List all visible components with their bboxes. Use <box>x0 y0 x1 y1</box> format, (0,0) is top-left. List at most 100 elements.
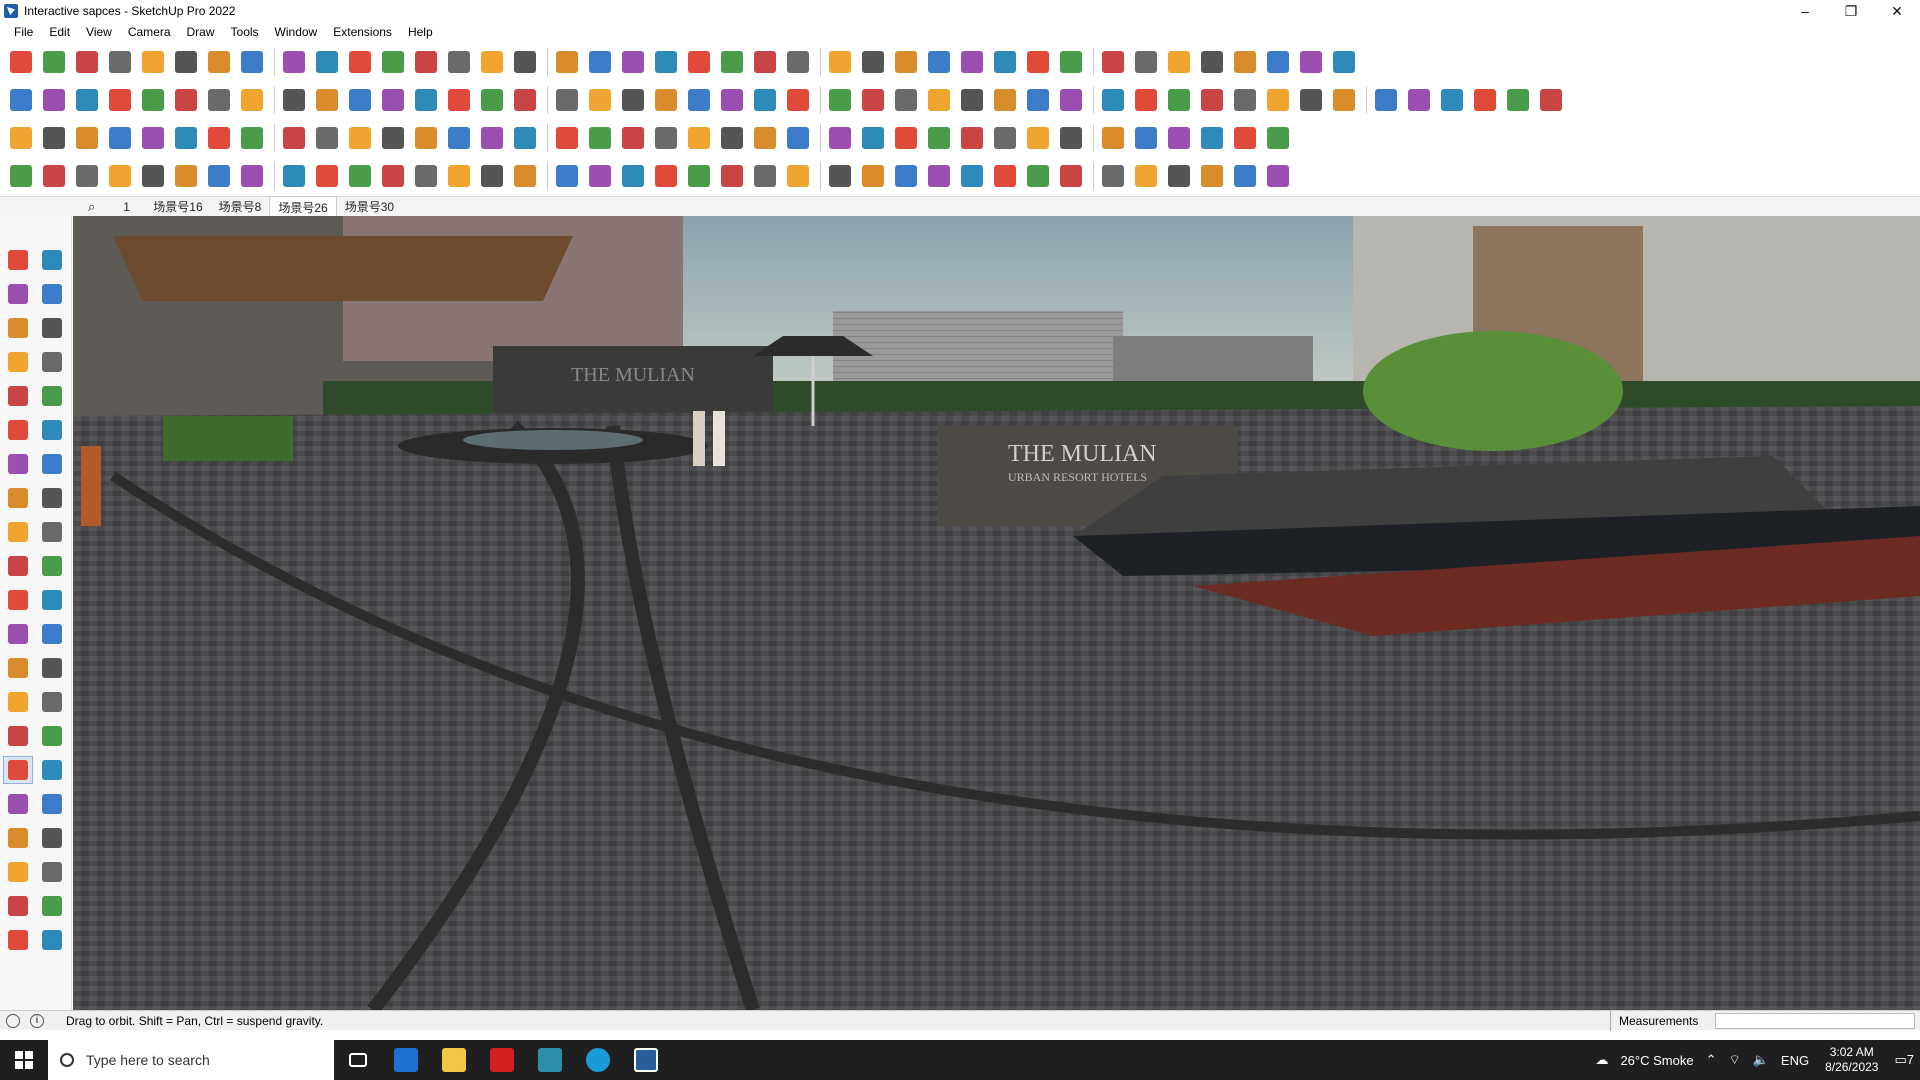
toolbar-tool-icon[interactable] <box>171 160 201 192</box>
toolbar-tool-icon[interactable] <box>585 84 615 116</box>
toolbar-tool-icon[interactable] <box>411 46 441 78</box>
toolbar-tool-icon[interactable] <box>279 46 309 78</box>
toolbar-tool-icon[interactable] <box>651 160 681 192</box>
palette-tool-icon[interactable] <box>37 926 67 954</box>
menu-help[interactable]: Help <box>400 25 441 39</box>
toolbar-tool-icon[interactable] <box>825 46 855 78</box>
acrobat-icon[interactable] <box>478 1040 526 1080</box>
notification-icon[interactable]: ▭7 <box>1894 1052 1914 1068</box>
toolbar-tool-icon[interactable] <box>618 84 648 116</box>
toolbar-tool-icon[interactable] <box>279 160 309 192</box>
toolbar-tool-icon[interactable] <box>1470 84 1500 116</box>
toolbar-tool-icon[interactable] <box>858 122 888 154</box>
palette-tool-icon[interactable] <box>37 858 67 886</box>
toolbar-tool-icon[interactable] <box>345 160 375 192</box>
toolbar-tool-icon[interactable] <box>1329 46 1359 78</box>
toolbar-tool-icon[interactable] <box>510 84 540 116</box>
toolbar-tool-icon[interactable] <box>783 122 813 154</box>
toolbar-tool-icon[interactable] <box>312 122 342 154</box>
toolbar-tool-icon[interactable] <box>444 160 474 192</box>
toolbar-tool-icon[interactable] <box>585 46 615 78</box>
scene-tab-16[interactable]: 场景号16 <box>145 196 210 217</box>
toolbar-tool-icon[interactable] <box>651 84 681 116</box>
toolbar-tool-icon[interactable] <box>279 122 309 154</box>
toolbar-tool-icon[interactable] <box>411 160 441 192</box>
taskbar-search-box[interactable]: Type here to search <box>48 1040 334 1080</box>
toolbar-tool-icon[interactable] <box>1230 84 1260 116</box>
toolbar-tool-icon[interactable] <box>684 46 714 78</box>
toolbar-tool-icon[interactable] <box>378 84 408 116</box>
palette-tool-icon[interactable] <box>3 858 33 886</box>
toolbar-tool-icon[interactable] <box>477 84 507 116</box>
toolbar-tool-icon[interactable] <box>990 84 1020 116</box>
menu-view[interactable]: View <box>78 25 120 39</box>
toolbar-tool-icon[interactable] <box>237 46 267 78</box>
toolbar-tool-icon[interactable] <box>957 122 987 154</box>
toolbar-tool-icon[interactable] <box>204 122 234 154</box>
palette-tool-icon[interactable] <box>37 518 67 546</box>
palette-tool-icon[interactable] <box>37 892 67 920</box>
palette-tool-icon[interactable] <box>3 484 33 512</box>
toolbar-tool-icon[interactable] <box>552 46 582 78</box>
file-explorer-icon[interactable] <box>430 1040 478 1080</box>
toolbar-tool-icon[interactable] <box>105 160 135 192</box>
toolbar-tool-icon[interactable] <box>957 84 987 116</box>
toolbar-tool-icon[interactable] <box>138 122 168 154</box>
toolbar-tool-icon[interactable] <box>171 122 201 154</box>
toolbar-tool-icon[interactable] <box>750 46 780 78</box>
menu-draw[interactable]: Draw <box>179 25 223 39</box>
toolbar-tool-icon[interactable] <box>552 122 582 154</box>
toolbar-tool-icon[interactable] <box>1230 122 1260 154</box>
palette-tool-icon[interactable] <box>37 382 67 410</box>
toolbar-tool-icon[interactable] <box>717 46 747 78</box>
toolbar-tool-icon[interactable] <box>39 122 69 154</box>
toolbar-tool-icon[interactable] <box>444 84 474 116</box>
toolbar-tool-icon[interactable] <box>477 122 507 154</box>
toolbar-tool-icon[interactable] <box>825 84 855 116</box>
toolbar-tool-icon[interactable] <box>1131 84 1161 116</box>
menu-extensions[interactable]: Extensions <box>325 25 400 39</box>
palette-tool-icon[interactable] <box>37 586 67 614</box>
toolbar-tool-icon[interactable] <box>1503 84 1533 116</box>
toolbar-tool-icon[interactable] <box>171 46 201 78</box>
toolbar-tool-icon[interactable] <box>204 84 234 116</box>
toolbar-tool-icon[interactable] <box>1263 160 1293 192</box>
toolbar-tool-icon[interactable] <box>105 84 135 116</box>
toolbar-tool-icon[interactable] <box>858 84 888 116</box>
toolbar-tool-icon[interactable] <box>1023 84 1053 116</box>
palette-tool-icon[interactable] <box>37 688 67 716</box>
toolbar-tool-icon[interactable] <box>717 84 747 116</box>
toolbar-tool-icon[interactable] <box>1056 122 1086 154</box>
toolbar-tool-icon[interactable] <box>411 122 441 154</box>
toolbar-tool-icon[interactable] <box>552 160 582 192</box>
3d-viewport[interactable]: THE MULIAN THE MULIAN URBAN RESORT HOTEL… <box>73 216 1920 1010</box>
palette-tool-icon[interactable] <box>3 348 33 376</box>
toolbar-tool-icon[interactable] <box>39 46 69 78</box>
toolbar-tool-icon[interactable] <box>891 84 921 116</box>
toolbar-tool-icon[interactable] <box>783 46 813 78</box>
toolbar-tool-icon[interactable] <box>6 84 36 116</box>
toolbar-tool-icon[interactable] <box>237 84 267 116</box>
toolbar-tool-icon[interactable] <box>72 122 102 154</box>
clock[interactable]: 3:02 AM 8/26/2023 <box>1825 1045 1878 1075</box>
toolbar-tool-icon[interactable] <box>957 160 987 192</box>
toolbar-tool-icon[interactable] <box>1197 46 1227 78</box>
toolbar-tool-icon[interactable] <box>378 160 408 192</box>
toolbar-tool-icon[interactable] <box>1164 122 1194 154</box>
toolbar-tool-icon[interactable] <box>891 160 921 192</box>
toolbar-tool-icon[interactable] <box>825 160 855 192</box>
app-3-icon[interactable] <box>526 1040 574 1080</box>
toolbar-tool-icon[interactable] <box>312 160 342 192</box>
palette-tool-icon[interactable] <box>37 824 67 852</box>
toolbar-tool-icon[interactable] <box>1296 84 1326 116</box>
toolbar-tool-icon[interactable] <box>717 122 747 154</box>
toolbar-tool-icon[interactable] <box>783 84 813 116</box>
palette-tool-icon[interactable] <box>3 382 33 410</box>
palette-tool-icon[interactable] <box>37 348 67 376</box>
toolbar-tool-icon[interactable] <box>39 84 69 116</box>
toolbar-tool-icon[interactable] <box>204 160 234 192</box>
scene-tab-26[interactable]: 场景号26 <box>269 195 337 218</box>
palette-tool-icon[interactable] <box>3 756 33 784</box>
palette-tool-icon[interactable] <box>3 790 33 818</box>
edge-icon[interactable] <box>574 1040 622 1080</box>
